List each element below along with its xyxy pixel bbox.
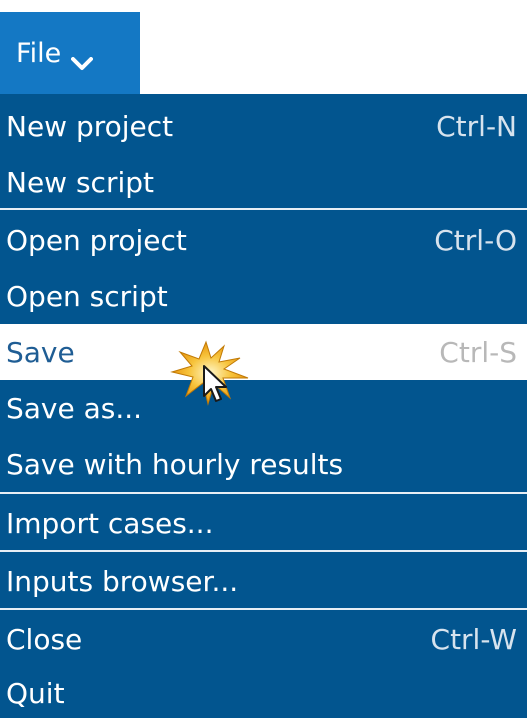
menu-item-label: Open project bbox=[6, 223, 187, 257]
menu-separator bbox=[0, 608, 527, 610]
menu-item-open-script[interactable]: Open script bbox=[0, 268, 527, 324]
menu-item-label: Open script bbox=[6, 279, 168, 313]
menu-item-shortcut: Ctrl-W bbox=[430, 622, 517, 656]
menu-item-inputs-browser[interactable]: Inputs browser... bbox=[0, 553, 527, 609]
menu-item-label: New script bbox=[6, 165, 154, 199]
app-screen: File New project Ctrl-N New script Open … bbox=[0, 0, 527, 718]
menu-item-save[interactable]: Save Ctrl-S bbox=[0, 324, 527, 380]
menu-item-shortcut: Ctrl-O bbox=[434, 223, 517, 257]
menu-separator bbox=[0, 492, 527, 494]
menu-item-label: Save bbox=[6, 335, 75, 369]
menu-separator bbox=[0, 208, 527, 210]
menu-item-label: Save with hourly results bbox=[6, 447, 344, 481]
menu-item-shortcut: Ctrl-N bbox=[436, 109, 517, 143]
chevron-down-icon bbox=[71, 47, 94, 70]
menu-item-import-cases[interactable]: Import cases... bbox=[0, 495, 527, 551]
menu-item-label: Inputs browser... bbox=[6, 564, 239, 598]
menu-item-quit[interactable]: Quit bbox=[0, 665, 527, 718]
menu-separator bbox=[0, 550, 527, 552]
menu-item-shortcut: Ctrl-S bbox=[439, 335, 517, 369]
menu-item-label: Import cases... bbox=[6, 506, 214, 540]
menu-item-label: New project bbox=[6, 109, 174, 143]
menu-item-new-script[interactable]: New script bbox=[0, 154, 527, 210]
menu-item-save-with-hourly-results[interactable]: Save with hourly results bbox=[0, 436, 527, 492]
file-menu-button[interactable]: File bbox=[0, 12, 140, 94]
menu-item-save-as[interactable]: Save as... bbox=[0, 380, 527, 436]
menu-item-label: Close bbox=[6, 622, 83, 656]
menu-item-open-project[interactable]: Open project Ctrl-O bbox=[0, 212, 527, 268]
file-menu-label: File bbox=[16, 37, 62, 69]
menu-item-close[interactable]: Close Ctrl-W bbox=[0, 611, 527, 667]
menu-item-label: Quit bbox=[6, 676, 65, 710]
menu-item-new-project[interactable]: New project Ctrl-N bbox=[0, 98, 527, 154]
menu-item-label: Save as... bbox=[6, 391, 143, 425]
file-dropdown-menu: New project Ctrl-N New script Open proje… bbox=[0, 94, 527, 718]
